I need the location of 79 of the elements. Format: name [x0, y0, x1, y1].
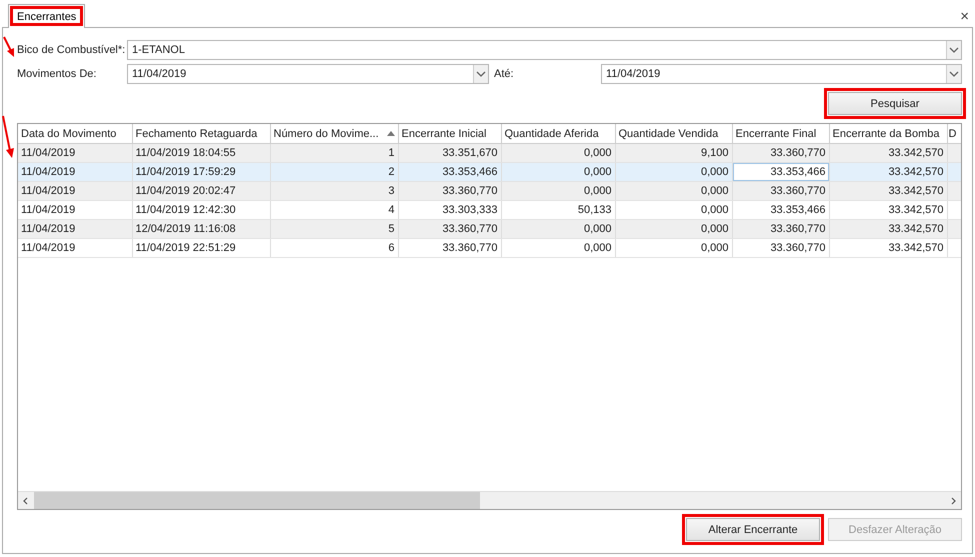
- table-row[interactable]: 11/04/2019 12/04/2019 11:16:08 5 33.360,770 0,000 0,000 33.360,770 33.342,570: [18, 220, 961, 238]
- table-cell: 0,000: [700, 223, 728, 235]
- column-header: Quantidade Vendida: [618, 128, 718, 140]
- table-cell: 33.342,570: [888, 166, 944, 178]
- table-cell: 11/04/2019: [21, 185, 76, 197]
- table-cell: 12/04/2019 11:16:08: [136, 223, 236, 235]
- table-cell: 4: [388, 204, 394, 216]
- table-cell: 0,000: [700, 166, 728, 178]
- field-label: Movimentos De:: [17, 68, 98, 80]
- scrollbar-thumb[interactable]: [34, 492, 480, 509]
- column-header: Quantidade Aferida: [504, 128, 599, 140]
- table-cell: 6: [388, 242, 394, 254]
- search-button[interactable]: Pesquisar: [828, 92, 962, 115]
- table-cell: 11/04/2019: [21, 242, 76, 254]
- table-cell: 33.360,770: [442, 185, 498, 197]
- table-cell: 11/04/2019: [21, 223, 76, 235]
- table-cell: 11/04/2019 17:59:29: [136, 166, 236, 178]
- field-label: Bico de Combustível*:: [17, 44, 126, 56]
- annotation-arrow: [2, 36, 16, 58]
- table-cell: 33.360,770: [770, 185, 826, 197]
- table-cell: 5: [388, 223, 394, 235]
- table-cell: 33.342,570: [888, 242, 944, 254]
- table-cell: 1: [388, 147, 394, 159]
- column-header: Número do Movime...: [274, 128, 379, 140]
- table-cell: 33.342,570: [888, 147, 944, 159]
- action-button[interactable]: Alterar Encerrante: [686, 518, 820, 541]
- table-cell: 33.342,570: [888, 185, 944, 197]
- table-cell: 0,000: [584, 242, 612, 254]
- table-cell: 33.342,570: [888, 223, 944, 235]
- tab[interactable]: Encerrantes: [8, 4, 86, 28]
- table-cell: 11/04/2019 18:04:55: [136, 147, 236, 159]
- table-cell: 0,000: [584, 166, 612, 178]
- table-cell: 50,133: [578, 204, 612, 216]
- chevron-down-icon: [946, 41, 961, 59]
- table-cell: 0,000: [700, 242, 728, 254]
- table-cell: 33.353,466: [770, 204, 826, 216]
- table-cell: 33.360,770: [770, 223, 826, 235]
- column-header: Encerrante Final: [736, 128, 816, 140]
- table-cell: 33.353,466: [770, 166, 826, 178]
- chevron-down-icon: [473, 65, 488, 83]
- table-cell: 2: [388, 166, 394, 178]
- table-cell: 11/04/2019 20:02:47: [136, 185, 236, 197]
- table-cell: 11/04/2019: [21, 166, 76, 178]
- date-to-dropdown[interactable]: 11/04/2019: [601, 64, 962, 84]
- table-cell: 11/04/2019: [21, 147, 76, 159]
- close-button[interactable]: ×: [956, 5, 973, 27]
- table-row[interactable]: 11/04/2019 11/04/2019 17:59:29 2 33.353,466 0,000 0,000 33.353,466 33.342,570: [18, 162, 961, 182]
- table-cell: 33.360,770: [770, 147, 826, 159]
- column-header: Encerrante da Bomba: [832, 128, 940, 140]
- table-cell: 0,000: [584, 223, 612, 235]
- sort-ascending-icon: [386, 131, 394, 136]
- table-cell: 0,000: [584, 147, 612, 159]
- table-cell: 33.351,670: [442, 147, 498, 159]
- table-cell: 33.360,770: [442, 242, 498, 254]
- column-header: D: [948, 128, 956, 140]
- fuel-nozzle-dropdown[interactable]: 1-ETANOL: [127, 40, 962, 60]
- table-cell: 0,000: [700, 185, 728, 197]
- column-header: Encerrante Inicial: [402, 128, 486, 140]
- table-row[interactable]: 11/04/2019 11/04/2019 20:02:47 3 33.360,770 0,000 0,000 33.360,770 33.342,570: [18, 182, 961, 200]
- table-cell: 33.360,770: [770, 242, 826, 254]
- table-cell: 0,000: [700, 204, 728, 216]
- field-label: Até:: [493, 68, 515, 80]
- table-cell: 3: [388, 185, 394, 197]
- column-header: Fechamento Retaguarda: [136, 128, 258, 140]
- table-cell: 0,000: [584, 185, 612, 197]
- date-from-dropdown[interactable]: 11/04/2019: [127, 64, 489, 84]
- table-cell: 33.342,570: [888, 204, 944, 216]
- table-row[interactable]: 11/04/2019 11/04/2019 22:51:29 6 33.360,770 0,000 0,000 33.360,770 33.342,570: [18, 238, 961, 258]
- table-row[interactable]: 11/04/2019 11/04/2019 18:04:55 1 33.351,670 0,000 9,100 33.360,770 33.342,570: [18, 144, 961, 162]
- table-cell: 33.303,333: [442, 204, 498, 216]
- table-cell: 33.353,466: [442, 166, 498, 178]
- table-cell: 11/04/2019: [21, 204, 76, 216]
- table-cell: 11/04/2019 22:51:29: [136, 242, 236, 254]
- annotation-arrow: [1, 115, 15, 159]
- table-cell: 11/04/2019 12:42:30: [136, 204, 236, 216]
- table-cell: 33.360,770: [442, 223, 498, 235]
- chevron-down-icon: [946, 65, 961, 83]
- table-cell: 9,100: [700, 147, 728, 159]
- column-header: Data do Movimento: [21, 128, 116, 140]
